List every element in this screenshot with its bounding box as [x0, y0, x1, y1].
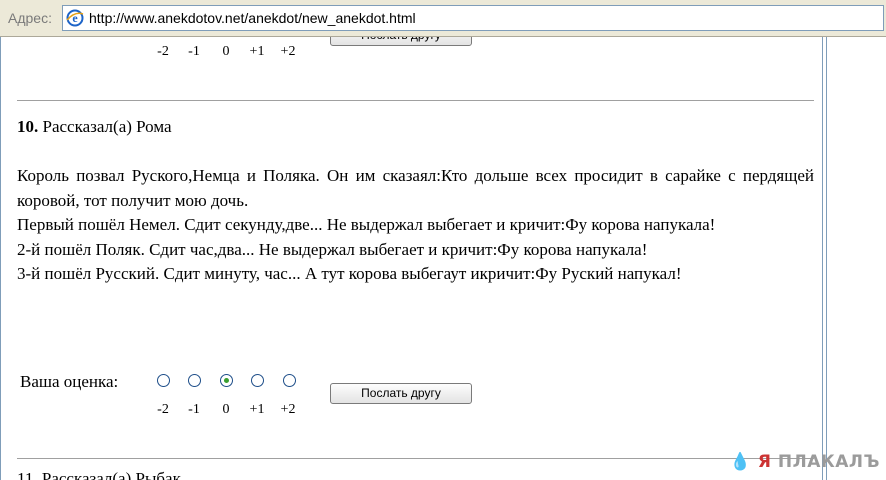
scale-label: +2 [280, 44, 296, 59]
send-to-friend-button[interactable]: Послать другу [330, 383, 472, 404]
scale-label: -1 [188, 402, 200, 417]
anecdote-text: Король позвал Руского,Немца и Поляка. Он… [17, 164, 814, 287]
rating-radio-plus-1[interactable] [251, 374, 264, 387]
page-content: -2 -1 0 +1 +2 Послать другу 10. Рассказа… [0, 37, 886, 480]
anecdote-title: 10. Рассказал(а) Рома [17, 117, 172, 137]
internet-explorer-icon: e [66, 9, 84, 27]
address-field[interactable]: e http://www.anekdotov.net/anekdot/new_a… [62, 5, 884, 31]
scale-label: +1 [249, 44, 265, 59]
right-frame-border [822, 37, 823, 480]
next-anecdote-title: 11. Рассказал(а) Рыбак [17, 469, 181, 480]
anecdote-author: Рассказал(а) Рома [38, 117, 172, 136]
divider [17, 100, 814, 101]
send-to-friend-button-top[interactable]: Послать другу [330, 37, 472, 46]
divider [17, 458, 814, 459]
scale-label: 0 [222, 402, 230, 417]
anecdote-paragraph: Первый пошёл Немел. Сдит секунду,две... … [17, 215, 716, 235]
right-frame-border-inner [826, 37, 827, 480]
rating-radio-0[interactable] [220, 374, 233, 387]
anecdote-paragraph: 2-й пошёл Поляк. Сдит час,два... Не выде… [17, 239, 648, 259]
left-frame-border [0, 37, 1, 480]
watermark-text: ПЛАКАЛЪ [771, 452, 880, 472]
address-label: Адрес: [8, 10, 52, 26]
scale-label: +2 [280, 402, 296, 417]
rating-radio-minus-2[interactable] [157, 374, 170, 387]
anecdote-paragraph: 3-й пошёл Русский. Сдит минуту, час... А… [17, 264, 682, 284]
rating-radio-minus-1[interactable] [188, 374, 201, 387]
rating-label: Ваша оценка: [20, 372, 119, 391]
drop-icon: 💧 [729, 452, 752, 472]
address-bar: Адрес: e http://www.anekdotov.net/anekdo… [0, 0, 886, 37]
rating-radio-plus-2[interactable] [283, 374, 296, 387]
scale-label: +1 [249, 402, 265, 417]
scale-label: 0 [222, 44, 230, 59]
watermark-logo: 💧 Я ПЛАКАЛЪ [730, 452, 880, 472]
address-url[interactable]: http://www.anekdotov.net/anekdot/new_ane… [89, 10, 416, 26]
scale-label: -2 [157, 402, 169, 417]
anecdote-paragraph: Король позвал Руского,Немца и Поляка. Он… [17, 166, 814, 210]
anecdote-number: 10. [17, 117, 39, 136]
watermark-ya: Я [757, 452, 772, 472]
scale-label: -1 [188, 44, 200, 59]
scale-label: -2 [157, 44, 169, 59]
